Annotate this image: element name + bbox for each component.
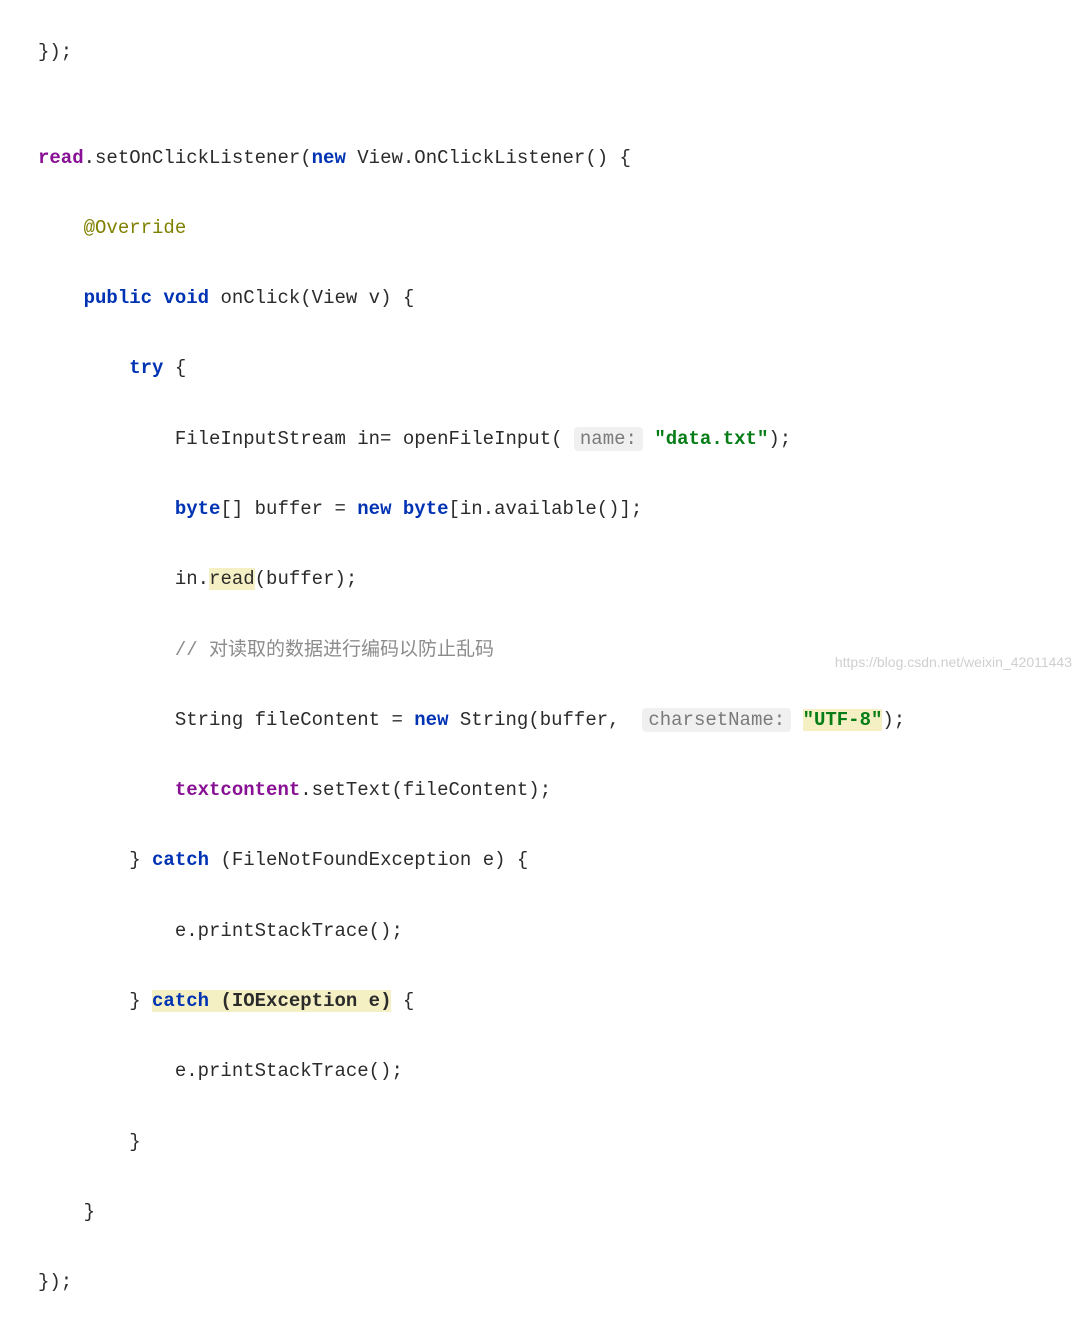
highlight: catch (IOException e) [152, 990, 391, 1012]
code-line: e.printStackTrace(); [38, 1054, 1086, 1089]
code-line: } [38, 1125, 1086, 1160]
code-line: in.read(buffer); [38, 562, 1086, 597]
code-line: public void onClick(View v) { [38, 281, 1086, 316]
code-editor[interactable]: }); read.setOnClickListener(new View.OnC… [0, 0, 1086, 1335]
code-line: try { [38, 351, 1086, 386]
code-line: read.setOnClickListener(new View.OnClick… [38, 141, 1086, 176]
code-line: } catch (IOException e) { [38, 984, 1086, 1019]
code-line: byte[] buffer = new byte[in.available()]… [38, 492, 1086, 527]
code-line: }); [38, 35, 1086, 70]
param-hint: name: [574, 427, 643, 451]
code-line: String fileContent = new String(buffer, … [38, 703, 1086, 738]
highlight: read [209, 568, 255, 590]
code-line: } catch (FileNotFoundException e) { [38, 843, 1086, 878]
code-line: // 对读取的数据进行编码以防止乱码 [38, 633, 1086, 668]
code-line: @Override [38, 211, 1086, 246]
code-line: e.printStackTrace(); [38, 914, 1086, 949]
code-line: textcontent.setText(fileContent); [38, 773, 1086, 808]
code-line: }); [38, 1265, 1086, 1300]
code-line: } [38, 1195, 1086, 1230]
highlight: "UTF-8" [803, 709, 883, 731]
code-line: FileInputStream in= openFileInput( name:… [38, 422, 1086, 457]
param-hint: charsetName: [642, 708, 791, 732]
